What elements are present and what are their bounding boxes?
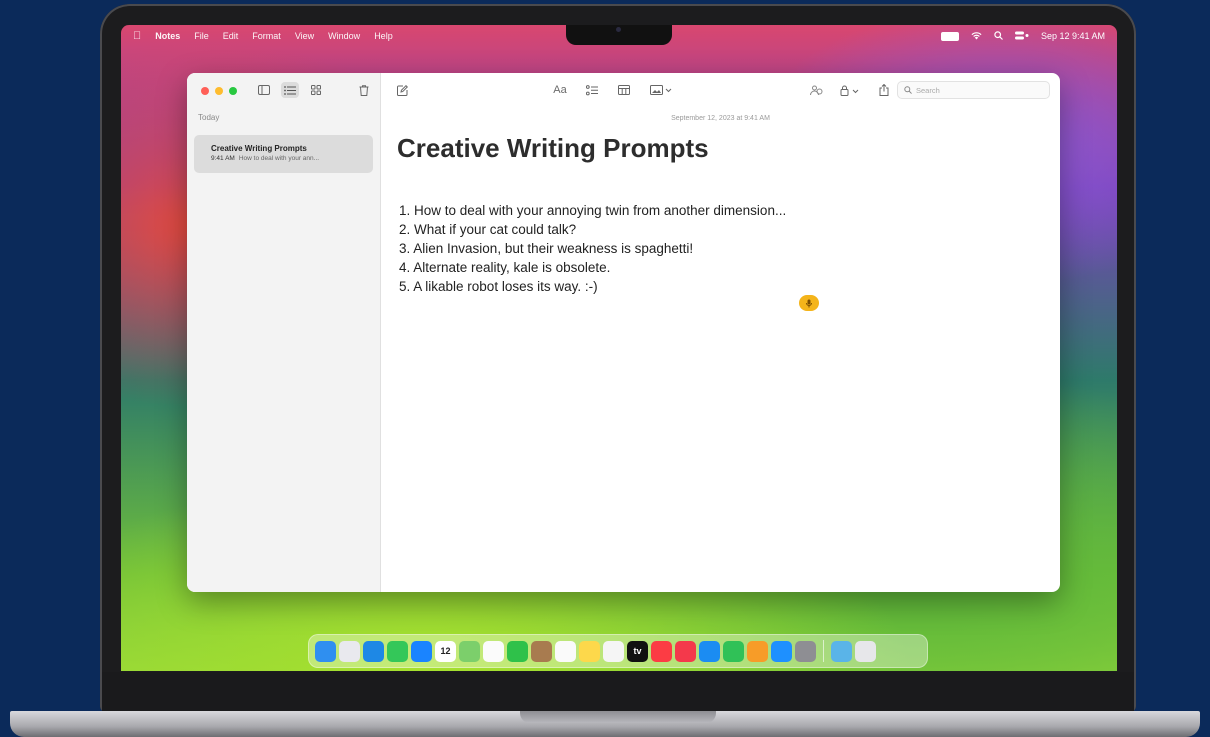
app-store-icon[interactable] [771, 640, 792, 662]
camera-notch [566, 25, 672, 45]
photos-icon[interactable] [483, 640, 504, 662]
facetime-icon[interactable] [507, 640, 528, 662]
dock-separator [823, 640, 824, 662]
note-title[interactable]: Creative Writing Prompts [397, 133, 709, 164]
control-center-icon[interactable] [1014, 31, 1029, 42]
list-item[interactable]: 2. What if your cat could talk? [399, 220, 786, 239]
freeform-icon[interactable] [603, 640, 624, 662]
list-item[interactable]: 1. How to deal with your annoying twin f… [399, 201, 786, 220]
keynote-icon[interactable] [699, 640, 720, 662]
media-insert-icon[interactable] [647, 82, 675, 98]
note-list-meta: 9:41 AM How to deal with your ann... [211, 155, 319, 162]
launchpad-icon[interactable] [339, 640, 360, 662]
collaborate-icon[interactable] [807, 82, 825, 98]
sidebar-toggle-icon[interactable] [255, 82, 273, 98]
lock-note-icon[interactable] [837, 82, 863, 98]
spotlight-search-icon[interactable] [994, 30, 1003, 42]
table-icon[interactable] [615, 82, 633, 98]
note-list-title: Creative Writing Prompts [211, 144, 307, 153]
pages-icon[interactable] [747, 640, 768, 662]
note-date: September 12, 2023 at 9:41 AM [671, 115, 770, 122]
menu-format[interactable]: Format [252, 31, 281, 41]
share-icon[interactable] [875, 82, 893, 98]
apple-menu-icon[interactable]:  [133, 30, 141, 42]
menu-view[interactable]: View [295, 31, 314, 41]
new-note-icon[interactable] [393, 82, 411, 98]
note-editor: Aa Search September 12, 2023 at 9:41 AM … [381, 73, 1060, 592]
music-icon[interactable] [651, 640, 672, 662]
trash-icon[interactable] [855, 640, 876, 662]
menu-file[interactable]: File [194, 31, 209, 41]
gallery-view-icon[interactable] [307, 82, 325, 98]
dictation-microphone-icon[interactable] [799, 295, 819, 311]
laptop-bezel-bottom [102, 672, 1134, 712]
menu-edit[interactable]: Edit [223, 31, 239, 41]
delete-note-icon[interactable] [355, 82, 373, 98]
note-list-item[interactable]: Creative Writing Prompts 9:41 AM How to d… [194, 135, 373, 173]
wifi-icon[interactable] [971, 31, 982, 42]
calendar-icon[interactable]: 12 [435, 640, 456, 662]
list-view-icon[interactable] [281, 82, 299, 98]
search-icon [904, 86, 912, 94]
menu-help[interactable]: Help [374, 31, 393, 41]
numbers-icon[interactable] [723, 640, 744, 662]
messages-icon[interactable] [387, 640, 408, 662]
menu-app-name[interactable]: Notes [155, 31, 180, 41]
safari-icon[interactable] [363, 640, 384, 662]
search-placeholder: Search [916, 85, 940, 95]
section-header-today: Today [198, 113, 220, 122]
note-list-time: 9:41 AM [211, 155, 235, 162]
battery-icon[interactable] [940, 31, 959, 41]
checklist-icon[interactable] [583, 82, 601, 98]
system-settings-icon[interactable] [795, 640, 816, 662]
menu-window[interactable]: Window [328, 31, 360, 41]
contacts-icon[interactable] [531, 640, 552, 662]
calendar-label: 12 [440, 646, 451, 656]
close-window-button[interactable] [201, 87, 209, 95]
mail-icon[interactable] [411, 640, 432, 662]
note-list-preview: How to deal with your ann... [238, 155, 320, 162]
notes-icon[interactable] [579, 640, 600, 662]
dock: 12 tv [308, 634, 928, 668]
list-item[interactable]: 3. Alien Invasion, but their weakness is… [399, 239, 786, 258]
maps-icon[interactable] [459, 640, 480, 662]
finder-icon[interactable] [315, 640, 336, 662]
text-format-button[interactable]: Aa [551, 82, 569, 98]
tv-label: tv [633, 646, 642, 656]
note-body-list[interactable]: 1. How to deal with your annoying twin f… [399, 201, 786, 296]
menu-clock[interactable]: Sep 12 9:41 AM [1041, 31, 1105, 41]
notes-window: Today Creative Writing Prompts 9:41 AM Ho… [187, 73, 1060, 592]
notes-sidebar: Today Creative Writing Prompts 9:41 AM Ho… [187, 73, 381, 592]
news-icon[interactable] [675, 640, 696, 662]
reminders-icon[interactable] [555, 640, 576, 662]
window-controls [201, 87, 237, 95]
zoom-window-button[interactable] [229, 87, 237, 95]
downloads-folder-icon[interactable] [831, 640, 852, 662]
minimize-window-button[interactable] [215, 87, 223, 95]
search-field[interactable]: Search [897, 81, 1050, 99]
list-item[interactable]: 5. A likable robot loses its way. :-) [399, 277, 786, 296]
list-item[interactable]: 4. Alternate reality, kale is obsolete. [399, 258, 786, 277]
tv-icon[interactable]: tv [627, 640, 648, 662]
laptop-lip [520, 711, 716, 723]
